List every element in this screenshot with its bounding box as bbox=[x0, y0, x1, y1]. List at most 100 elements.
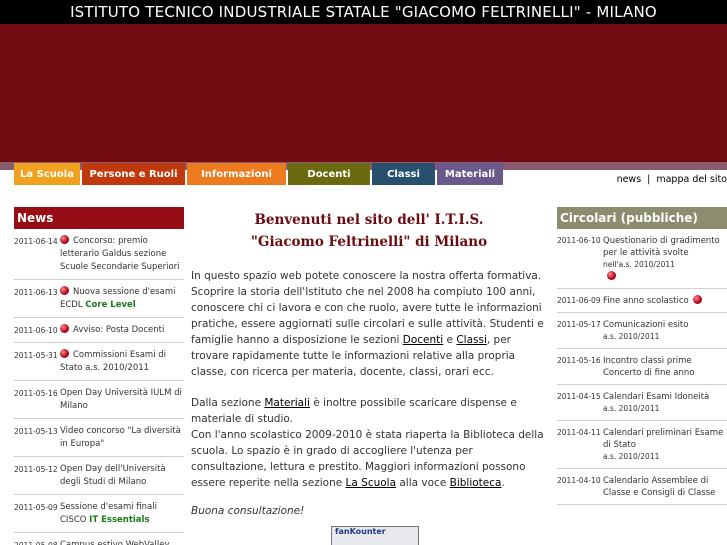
menu-item-classi[interactable]: Classi bbox=[372, 163, 435, 185]
circolare-item: 2011-05-17 Comunicazioni esito a.s. 2010/2… bbox=[557, 313, 727, 349]
menu-item-informazioni[interactable]: Informazioni bbox=[187, 163, 286, 185]
news-date: 2011-05-16 bbox=[14, 389, 58, 398]
menu-item-docenti[interactable]: Docenti bbox=[288, 163, 370, 185]
menu-item-la-scuola[interactable]: La Scuola bbox=[14, 163, 80, 185]
welcome-line-1: Benvenuti nel sito dell' I.T.I.S. bbox=[254, 212, 484, 228]
news-item: 2011-05-13 Video concorso "La diversità i… bbox=[14, 419, 184, 457]
circolare-link[interactable]: Questionario di gradimento per le attivi… bbox=[603, 236, 720, 258]
news-link[interactable]: Avviso: Posta Docenti bbox=[73, 325, 164, 335]
circolare-item: 2011-04-10 Calendario Assemblee di Classe… bbox=[557, 469, 727, 505]
news-date: 2011-06-14 bbox=[14, 237, 58, 246]
circolare-link[interactable]: Calendario Assemblee di Classe e Consigl… bbox=[603, 476, 715, 498]
welcome-line-2: "Giacomo Feltrinelli" di Milano bbox=[250, 234, 488, 250]
classi-link[interactable]: Classi bbox=[456, 334, 487, 346]
news-link[interactable]: Open Day Università IULM di Milano bbox=[60, 388, 182, 411]
circolare-link[interactable]: Calendari preliminari Esame di Stato bbox=[603, 428, 723, 450]
new-bullet-icon bbox=[607, 271, 616, 280]
news-item: 2011-06-14 Concorso: premio letterario Ga… bbox=[14, 229, 184, 280]
site-title-bar: ISTITUTO TECNICO INDUSTRIALE STATALE "GI… bbox=[0, 0, 727, 24]
circolare-date: 2011-04-10 bbox=[557, 476, 601, 485]
news-date: 2011-06-10 bbox=[14, 326, 58, 335]
news-link[interactable]: Video concorso "La diversità in Europa" bbox=[60, 426, 181, 449]
news-body: Commissioni Esami di Stato a.s. 2010/201… bbox=[60, 349, 184, 375]
docenti-link[interactable]: Docenti bbox=[403, 334, 443, 346]
news-highlight: Core Level bbox=[85, 300, 136, 310]
circolare-date: 2011-04-15 bbox=[557, 392, 601, 401]
news-body: Nuova sessione d'esami ECDL Core Level bbox=[60, 286, 184, 312]
news-link[interactable]: Commissioni Esami di Stato a.s. 2010/201… bbox=[60, 350, 166, 373]
circolare-item: 2011-05-16 Incontro classi prime Concerto… bbox=[557, 349, 727, 385]
biblioteca-link[interactable]: Biblioteca bbox=[450, 477, 502, 489]
circolare-body: Calendari preliminari Esame di Stato a.s.… bbox=[603, 427, 727, 463]
news-link[interactable]: news bbox=[617, 174, 642, 185]
intro-text-mid: e bbox=[443, 334, 457, 346]
library-text-end: . bbox=[501, 477, 505, 489]
news-highlight: IT Essentials bbox=[89, 515, 150, 525]
news-body: Concorso: premio letterario Galdus sezio… bbox=[60, 235, 184, 274]
top-links: news | mappa del sito bbox=[617, 174, 727, 185]
link-separator: | bbox=[647, 174, 651, 185]
circolare-date: 2011-06-09 bbox=[557, 296, 601, 305]
circolare-body: Calendario Assemblee di Classe e Consigl… bbox=[603, 475, 727, 499]
new-bullet-icon bbox=[692, 295, 702, 304]
menu-item-materiali[interactable]: Materiali bbox=[437, 163, 503, 185]
news-item: 2011-05-16 Open Day Università IULM di Mi… bbox=[14, 381, 184, 419]
new-bullet-icon bbox=[60, 349, 69, 358]
la-scuola-link[interactable]: La Scuola bbox=[346, 477, 397, 489]
welcome-title: Benvenuti nel sito dell' I.T.I.S. "Giaco… bbox=[191, 209, 547, 253]
news-item: 2011-06-10 Avviso: Posta Docenti bbox=[14, 318, 184, 343]
new-bullet-icon bbox=[60, 286, 69, 295]
site-title: ISTITUTO TECNICO INDUSTRIALE STATALE "GI… bbox=[70, 3, 657, 21]
news-column: News 2011-06-14 Concorso: premio letterar… bbox=[14, 207, 184, 545]
news-heading: News bbox=[14, 207, 184, 229]
new-bullet-icon bbox=[60, 235, 69, 244]
news-link[interactable]: Open Day dell'Università degli Studi di … bbox=[60, 464, 166, 487]
circolare-link[interactable]: Calendari Esami Idoneità bbox=[603, 392, 709, 402]
circolare-item: 2011-04-15 Calendari Esami Idoneità a.s. 2… bbox=[557, 385, 727, 421]
news-date: 2011-05-09 bbox=[14, 503, 58, 512]
materials-paragraph: Dalla sezione Materiali è inoltre possib… bbox=[191, 395, 547, 491]
news-body: Open Day dell'Università degli Studi di … bbox=[60, 463, 184, 489]
news-link[interactable]: Campus estivo WebValley bbox=[60, 540, 170, 545]
materials-text: Dalla sezione bbox=[191, 397, 265, 409]
visit-counter[interactable]: fanKounter bbox=[331, 526, 419, 545]
circolare-body: Questionario di gradimento per le attivi… bbox=[603, 235, 727, 283]
site-map-link[interactable]: mappa del sito bbox=[656, 174, 727, 185]
menu-item-persone-e-ruoli[interactable]: Persone e Ruoli bbox=[82, 163, 185, 185]
circolare-link[interactable]: Fine anno scolastico bbox=[603, 296, 689, 306]
circolare-date: 2011-05-16 bbox=[557, 356, 601, 365]
news-item: 2011-05-08Campus estivo WebValley bbox=[14, 533, 184, 545]
news-body: Video concorso "La diversità in Europa" bbox=[60, 425, 184, 451]
circolare-subtitle: a.s. 2010/2011 bbox=[603, 332, 660, 341]
library-text-mid: alla voce bbox=[396, 477, 450, 489]
news-item: 2011-05-09 Sessione d'esami finali CISCO … bbox=[14, 495, 184, 533]
circolare-link[interactable]: Comunicazioni esito bbox=[603, 320, 688, 330]
main-content: Benvenuti nel sito dell' I.T.I.S. "Giaco… bbox=[191, 207, 547, 545]
circolare-date: 2011-04-11 bbox=[557, 428, 601, 437]
news-body: Avviso: Posta Docenti bbox=[60, 324, 184, 337]
news-date: 2011-05-31 bbox=[14, 351, 58, 360]
new-bullet-icon bbox=[60, 324, 69, 333]
circolari-list: 2011-06-10 Questionario di gradimento per… bbox=[557, 229, 727, 505]
circolare-item: 2011-04-11 Calendari preliminari Esame di… bbox=[557, 421, 727, 469]
news-item: 2011-05-12 Open Day dell'Università degli… bbox=[14, 457, 184, 495]
circolare-item: 2011-06-10 Questionario di gradimento per… bbox=[557, 229, 727, 289]
circolare-date: 2011-05-17 bbox=[557, 320, 601, 329]
circolare-link[interactable]: Incontro classi prime Concerto di fine a… bbox=[603, 356, 694, 378]
news-item: 2011-05-31 Commissioni Esami di Stato a.s… bbox=[14, 343, 184, 381]
main-menu: La Scuola Persone e Ruoli Informazioni Doce… bbox=[14, 163, 505, 185]
news-link[interactable]: Concorso: premio letterario Galdus sezio… bbox=[60, 236, 180, 272]
circolare-body: Incontro classi prime Concerto di fine a… bbox=[603, 355, 727, 379]
news-date: 2011-05-12 bbox=[14, 465, 58, 474]
materiali-link[interactable]: Materiali bbox=[264, 397, 310, 409]
circolare-subtitle: nell'a.s. 2010/2011 bbox=[603, 260, 675, 269]
news-date: 2011-05-08 bbox=[14, 539, 60, 545]
news-date: 2011-06-13 bbox=[14, 288, 58, 297]
news-date: 2011-05-13 bbox=[14, 427, 58, 436]
circolari-column: Circolari (pubbliche) 2011-06-10 Question… bbox=[557, 207, 727, 505]
header-banner bbox=[0, 24, 727, 162]
circolare-body: Comunicazioni esito a.s. 2010/2011 bbox=[603, 319, 727, 343]
news-body: Open Day Università IULM di Milano bbox=[60, 387, 184, 413]
news-body: Sessione d'esami finali CISCO IT Essenti… bbox=[60, 501, 184, 527]
circolari-heading: Circolari (pubbliche) bbox=[557, 207, 727, 229]
